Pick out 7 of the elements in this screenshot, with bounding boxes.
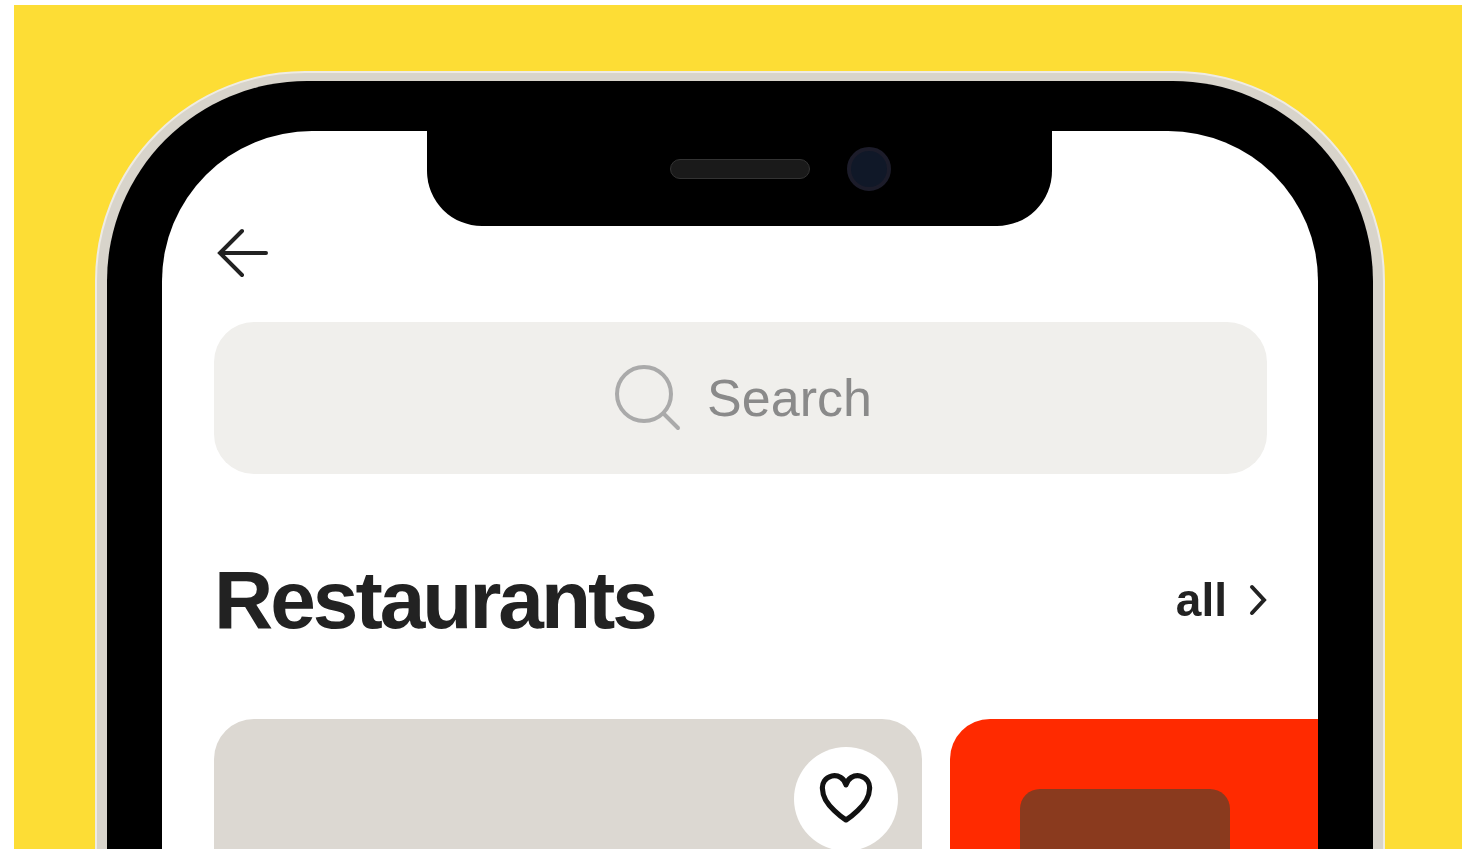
chevron-right-icon <box>1249 584 1267 616</box>
section-title: Restaurants <box>214 559 655 641</box>
heart-icon <box>818 773 874 825</box>
search-field[interactable]: Search <box>214 322 1267 474</box>
see-all-link[interactable]: all <box>1175 565 1267 635</box>
camera-lens <box>847 147 891 191</box>
search-icon <box>614 364 682 432</box>
